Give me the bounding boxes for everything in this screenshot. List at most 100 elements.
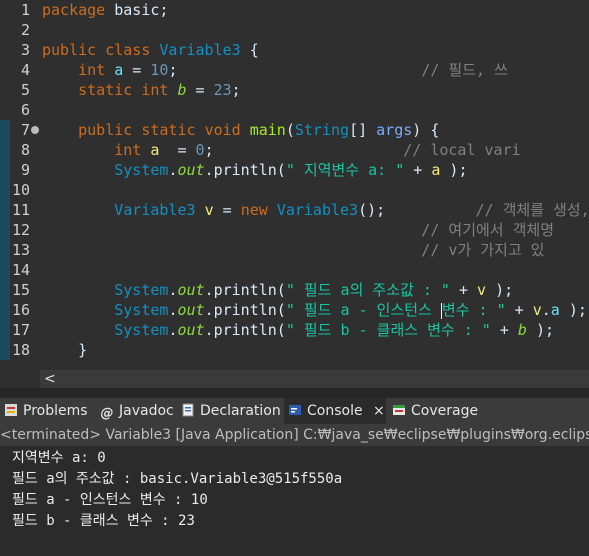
tab-coverage[interactable]: Coverage xyxy=(392,398,484,424)
code-line[interactable]: 10 xyxy=(0,180,589,200)
tab-console[interactable]: Console × xyxy=(284,398,386,424)
code-token: (); xyxy=(358,201,476,219)
line-number: 17 xyxy=(11,321,30,339)
code-line[interactable]: 6 xyxy=(0,100,589,120)
console-line: 필드 b - 클래스 변수 : 23 xyxy=(12,513,195,529)
code-token: // v가 가지고 있 xyxy=(421,241,545,259)
code-line[interactable]: 2 xyxy=(0,20,589,40)
code-token: 23 xyxy=(213,81,232,99)
code-token: .println( xyxy=(204,161,286,179)
code-token: String xyxy=(294,121,350,139)
code-token: ; xyxy=(204,141,404,159)
code-token: " 지역변수 a: " xyxy=(285,161,405,179)
code-token: " 필드 b - 클래스 변수 : " xyxy=(285,321,491,339)
code-line[interactable]: 8 int a = 0; // local vari xyxy=(0,140,589,160)
code-token: { xyxy=(240,41,259,59)
code-token: a xyxy=(550,301,560,319)
code-token: int xyxy=(114,141,142,159)
code-token: // 여기에서 객체명 xyxy=(421,221,555,239)
code-line[interactable]: 1 package basic; xyxy=(0,0,589,20)
code-token: [] xyxy=(349,121,377,139)
code-editor[interactable]: 1 package basic; 2 3 public class Variable3 … xyxy=(0,0,589,370)
code-text: Variable3 v = new Variable3(); // 객체를 생성… xyxy=(42,200,589,220)
tab-problems[interactable]: Problems xyxy=(4,398,92,424)
console-output[interactable]: 지역변수 a: 0 필드 a의 주소값 : basic.Variable3@51… xyxy=(0,446,589,556)
code-token: v xyxy=(532,301,542,319)
code-token: out xyxy=(177,301,205,319)
code-token: = xyxy=(213,201,241,219)
scroll-left-icon[interactable]: < xyxy=(44,370,56,388)
code-text: } xyxy=(42,340,87,360)
code-line[interactable]: 4 int a = 10; // 필드, 쓰 xyxy=(0,60,589,80)
code-text: // 여기에서 객체명 xyxy=(42,220,554,240)
line-number: 12 xyxy=(11,221,30,239)
code-line[interactable]: 3 public class Variable3 { xyxy=(0,40,589,60)
code-token: 0 xyxy=(195,141,205,159)
code-token: ); xyxy=(440,161,468,179)
code-line[interactable]: 17 System.out.println(" 필드 b - 클래스 변수 : … xyxy=(0,320,589,340)
code-token: // 객체를 생성, xyxy=(475,201,589,219)
tab-label: Coverage xyxy=(411,403,479,419)
code-line[interactable]: 13 // v가 가지고 있 xyxy=(0,240,589,260)
code-line[interactable]: 7 public static void main(String[] args)… xyxy=(0,120,589,140)
code-line[interactable]: 14 xyxy=(0,260,589,280)
code-token: out xyxy=(177,321,205,339)
declaration-icon xyxy=(182,403,194,417)
code-token: ) { xyxy=(412,121,440,139)
close-icon[interactable]: × xyxy=(373,403,385,419)
code-line[interactable]: 9 System.out.println(" 지역변수 a: " + a ); xyxy=(0,160,589,180)
code-line[interactable]: 5 static int b = 23; xyxy=(0,80,589,100)
code-line[interactable]: 18 } xyxy=(0,340,589,360)
code-token: ; xyxy=(231,81,241,99)
code-token: void xyxy=(204,121,241,139)
code-line[interactable]: 15 System.out.println(" 필드 a의 주소값 : " + … xyxy=(0,280,589,300)
code-text: static int b = 23; xyxy=(42,80,241,100)
code-token: .println( xyxy=(204,301,286,319)
fold-toggle-icon[interactable] xyxy=(31,126,39,134)
view-tab-bar: Problems @ Javadoc Declaration Console × … xyxy=(0,398,589,424)
horizontal-scrollbar[interactable]: < xyxy=(40,370,589,388)
code-token: . xyxy=(541,301,551,319)
code-text: System.out.println(" 지역변수 a: " + a ); xyxy=(42,160,467,180)
code-token: public xyxy=(42,41,97,59)
code-line[interactable]: 12 // 여기에서 객체명 xyxy=(0,220,589,240)
line-number: 1 xyxy=(20,1,30,19)
line-number: 14 xyxy=(11,261,30,279)
code-token: b xyxy=(517,321,527,339)
code-token: package xyxy=(42,1,106,19)
code-text: System.out.println(" 필드 b - 클래스 변수 : " +… xyxy=(42,320,554,340)
tab-label: Javadoc xyxy=(119,403,174,419)
console-line: 필드 a - 인스턴스 변수 : 10 xyxy=(12,492,208,508)
tab-declaration[interactable]: Declaration xyxy=(181,398,281,424)
code-token: ; xyxy=(168,61,422,79)
code-token: + xyxy=(505,301,533,319)
code-text: public class Variable3 { xyxy=(42,40,259,60)
code-token: static xyxy=(78,81,133,99)
line-number: 9 xyxy=(20,161,30,179)
code-token: + xyxy=(404,161,432,179)
tab-javadoc[interactable]: @ Javadoc xyxy=(100,398,176,424)
code-token: 10 xyxy=(150,61,169,79)
console-line: 필드 a의 주소값 : basic.Variable3@515f550a xyxy=(12,471,343,487)
line-number: 5 xyxy=(20,81,30,99)
code-token: + xyxy=(490,321,518,339)
code-token: ( xyxy=(285,121,295,139)
code-token: .println( xyxy=(204,321,286,339)
code-text: int a = 0; // local vari xyxy=(42,140,520,160)
code-token: System xyxy=(114,301,169,319)
code-token: System xyxy=(114,321,169,339)
code-token: ); xyxy=(526,321,555,339)
code-text: System.out.println(" 필드 a의 주소값 : " + v )… xyxy=(42,280,513,300)
code-line[interactable]: 16 System. out.println(" 필드 a - 인스턴스 변수 :… xyxy=(0,300,589,320)
code-line[interactable]: 11 Variable3 v = new Variable3(); // 객체를… xyxy=(0,200,589,220)
problems-icon xyxy=(5,404,17,416)
